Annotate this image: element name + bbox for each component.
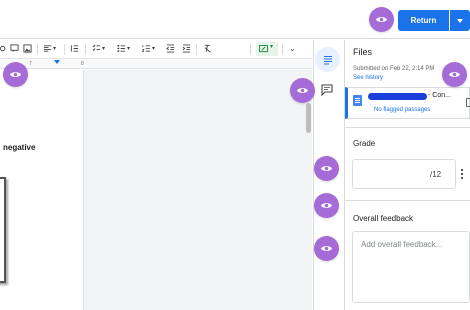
open-file-icon[interactable] (466, 98, 470, 107)
grade-title: Grade (353, 139, 376, 148)
submission-timestamp: Submitted on Feb 22, 2:14 PM (353, 66, 435, 72)
document-page[interactable]: negative (0, 70, 84, 310)
document-image[interactable] (0, 177, 6, 283)
file-name-suffix: - Con... (428, 92, 451, 99)
document-text: negative (3, 143, 36, 152)
editing-mode-button[interactable]: ▾ (256, 42, 278, 56)
align-icon[interactable] (43, 44, 52, 56)
see-history-link[interactable]: See history (353, 75, 383, 81)
ruler-mark: 7 (29, 61, 32, 67)
eye-icon[interactable] (314, 156, 339, 181)
overall-feedback-title: Overall feedback (353, 214, 414, 223)
file-card[interactable] (345, 87, 470, 119)
feedback-placeholder: Add overall feedback... (361, 240, 443, 249)
toolbar-divider (250, 44, 251, 55)
toolbar-divider (196, 44, 197, 55)
bulleted-list-icon[interactable] (117, 44, 126, 56)
toolbar-divider (85, 44, 86, 55)
image-icon[interactable] (23, 44, 32, 56)
toolbar-divider (37, 44, 38, 55)
return-dropdown-button[interactable] (450, 10, 470, 31)
redacted-file-name (368, 93, 427, 100)
eye-icon[interactable] (314, 236, 339, 261)
doc-icon (353, 95, 362, 106)
line-spacing-icon[interactable] (70, 44, 79, 56)
bulleted-list-dropdown-icon[interactable]: ▾ (127, 44, 130, 54)
scrollbar[interactable] (306, 103, 311, 133)
decrease-indent-icon[interactable] (166, 44, 175, 56)
return-button[interactable]: Return (398, 10, 449, 31)
toolbar-divider (282, 44, 283, 55)
comment-icon[interactable] (321, 84, 333, 96)
ruler: 7 8 (0, 60, 312, 69)
eye-icon[interactable] (369, 7, 394, 32)
checklist-icon[interactable] (92, 44, 101, 56)
toolbar-divider (64, 44, 65, 55)
files-title: Files (353, 47, 373, 57)
align-dropdown-icon[interactable]: ▾ (53, 44, 56, 54)
ruler-mark: 8 (81, 61, 84, 67)
grade-denominator: /12 (430, 170, 442, 179)
files-icon (323, 55, 332, 64)
numbered-list-icon[interactable] (141, 44, 151, 56)
divider (345, 200, 470, 201)
files-tab[interactable] (315, 47, 340, 72)
eye-icon[interactable] (442, 62, 467, 87)
doc-toolbar: ▾ ▾ ▾ ▾ ▾ ⌄ (0, 40, 312, 59)
document-canvas[interactable]: negative (0, 70, 312, 310)
indent-marker[interactable] (54, 60, 60, 64)
numbered-list-dropdown-icon[interactable]: ▾ (152, 44, 155, 54)
eye-icon[interactable] (290, 78, 315, 103)
increase-indent-icon[interactable] (182, 44, 191, 56)
checklist-dropdown-icon[interactable]: ▾ (102, 44, 105, 54)
collapse-toolbar-icon[interactable]: ⌄ (289, 44, 296, 54)
link-icon[interactable] (0, 44, 9, 56)
comment-add-icon[interactable] (10, 44, 19, 56)
divider (345, 127, 470, 128)
more-vert-icon[interactable] (460, 168, 464, 180)
eye-icon[interactable] (314, 193, 339, 218)
eye-icon[interactable] (3, 62, 28, 87)
no-flagged-passages-link[interactable]: No flagged passages (374, 107, 430, 113)
clear-formatting-icon[interactable] (203, 44, 212, 56)
